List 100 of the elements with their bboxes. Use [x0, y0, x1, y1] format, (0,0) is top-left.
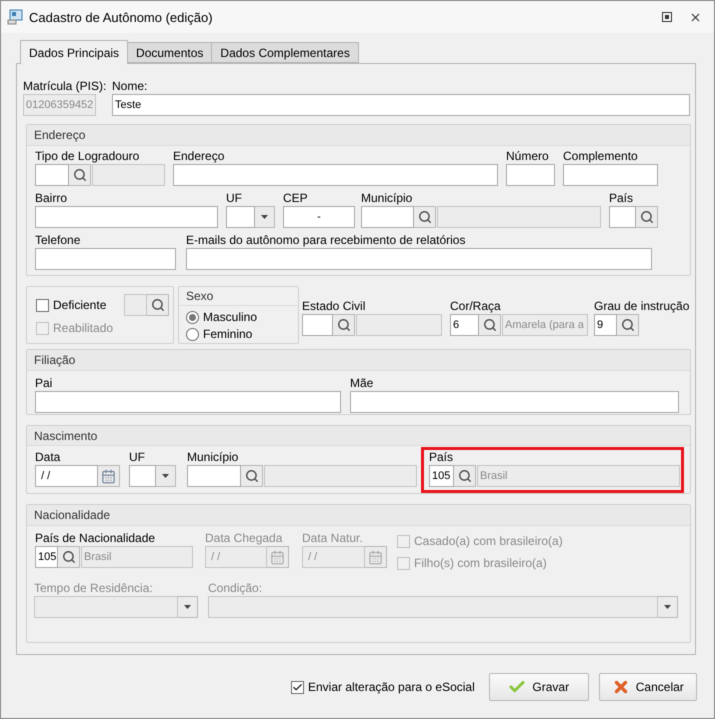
- lookup-button[interactable]: [414, 206, 436, 228]
- search-icon: [418, 210, 432, 224]
- field-label: Data Chegada: [205, 531, 284, 546]
- checkbox-label: Reabilitado: [53, 320, 114, 336]
- code-field[interactable]: [302, 314, 333, 336]
- cancel-button[interactable]: Cancelar: [598, 673, 697, 701]
- field-label: País: [429, 450, 454, 465]
- checkbox[interactable]: [291, 680, 304, 694]
- lookup-button[interactable]: [617, 314, 639, 336]
- input-field[interactable]: [563, 164, 658, 186]
- field-label: Data Natur.: [302, 531, 364, 546]
- dropdown-button[interactable]: [658, 596, 678, 618]
- search-icon: [458, 469, 472, 483]
- description-field: Brasil: [477, 465, 680, 487]
- input-field[interactable]: [35, 248, 176, 270]
- field-label: Endereço: [173, 149, 226, 164]
- radio-button[interactable]: [186, 310, 199, 324]
- search-icon: [640, 210, 654, 224]
- field-label: Grau de instrução: [594, 299, 690, 314]
- checkbox-label: Filho(s) com brasileiro(a): [414, 556, 547, 570]
- search-icon: [482, 318, 496, 332]
- calendar-icon: [270, 550, 285, 564]
- restore-icon: [662, 12, 672, 22]
- field-label: Cor/Raça: [450, 299, 502, 314]
- tab[interactable]: Documentos: [127, 42, 212, 63]
- lookup-button[interactable]: [479, 314, 501, 336]
- input-field[interactable]: -: [283, 206, 355, 228]
- dropdown-arrow-icon: [261, 215, 268, 219]
- lookup-button[interactable]: [69, 164, 91, 186]
- lookup-button[interactable]: [241, 465, 263, 487]
- input-field[interactable]: [506, 164, 555, 186]
- dropdown-arrow-icon: [184, 605, 191, 609]
- checkbox-label: Casado(a) com brasileiro(a): [414, 534, 563, 548]
- input-field[interactable]: [186, 248, 652, 270]
- calendar-icon: [101, 468, 116, 484]
- code-field[interactable]: [187, 465, 241, 487]
- save-button[interactable]: Gravar: [488, 673, 589, 701]
- field-label: Município: [361, 191, 414, 206]
- search-icon: [72, 168, 86, 182]
- checkbox[interactable]: [36, 298, 49, 312]
- field-label: Matrícula (PIS):: [23, 79, 108, 94]
- calendar-button[interactable]: [98, 465, 120, 487]
- group-title: Nacionalidade: [34, 508, 110, 522]
- field-label: Município: [187, 450, 240, 465]
- code-field[interactable]: 6: [450, 314, 479, 336]
- dropdown-field[interactable]: [226, 206, 255, 228]
- field-label: Número: [506, 149, 550, 164]
- dropdown-arrow-icon: [162, 474, 169, 478]
- group-title: Filiação: [34, 353, 76, 367]
- checkbox-label: Enviar alteração para o eSocial: [308, 680, 475, 694]
- input-field[interactable]: [35, 206, 218, 228]
- field-label: Data: [35, 450, 62, 465]
- app-icon: [7, 9, 23, 25]
- group-title: Endereço: [34, 128, 86, 142]
- field-label: CEP: [283, 191, 309, 206]
- field-label: Telefone: [35, 233, 82, 248]
- calendar-button[interactable]: [267, 546, 289, 568]
- tab[interactable]: Dados Complementares: [211, 42, 359, 63]
- input-field[interactable]: [173, 164, 498, 186]
- input-field[interactable]: [350, 391, 679, 413]
- description-field: Amarela (para a: [502, 314, 588, 336]
- field-label: Tipo de Logradouro: [35, 149, 140, 164]
- lookup-button[interactable]: [58, 546, 80, 568]
- field-label: Complemento: [563, 149, 639, 164]
- field-label: Bairro: [35, 191, 68, 206]
- lookup-button[interactable]: [333, 314, 355, 336]
- lookup-button[interactable]: [636, 206, 658, 228]
- search-icon: [336, 318, 350, 332]
- search-icon: [620, 318, 634, 332]
- dropdown-button[interactable]: [255, 206, 275, 228]
- search-icon: [150, 298, 164, 312]
- code-field[interactable]: [361, 206, 414, 228]
- code-field[interactable]: [609, 206, 636, 228]
- lookup-button[interactable]: [454, 465, 476, 487]
- dropdown-button[interactable]: [156, 465, 176, 487]
- input-field[interactable]: Teste: [112, 94, 690, 116]
- close-icon: [688, 10, 702, 24]
- code-field[interactable]: 105: [429, 465, 454, 487]
- group-title: Sexo: [186, 289, 214, 303]
- search-icon: [244, 469, 258, 483]
- field-label: UF: [129, 450, 146, 465]
- code-field[interactable]: 9: [594, 314, 617, 336]
- field-label: Tempo de Residência:: [34, 581, 154, 596]
- input-field[interactable]: [35, 391, 341, 413]
- field-label: Estado Civil: [302, 299, 366, 314]
- field-label: E-mails do autônomo para recebimento de relatórios: [186, 233, 466, 248]
- dropdown-button[interactable]: [178, 596, 198, 618]
- tab[interactable]: Dados Principais: [20, 40, 128, 64]
- field-label: País: [609, 191, 634, 206]
- radio-button[interactable]: [186, 328, 199, 340]
- field-label: Condição:: [208, 581, 264, 596]
- dropdown-arrow-icon: [664, 605, 671, 609]
- group-title: Nascimento: [34, 428, 98, 442]
- date-field[interactable]: / /: [35, 465, 98, 487]
- code-field[interactable]: [35, 164, 69, 186]
- code-field[interactable]: 105: [35, 546, 58, 568]
- dropdown-field[interactable]: [129, 465, 156, 487]
- lookup-button[interactable]: [147, 294, 169, 316]
- calendar-button[interactable]: [365, 546, 387, 568]
- radio-label: Feminino: [203, 326, 252, 342]
